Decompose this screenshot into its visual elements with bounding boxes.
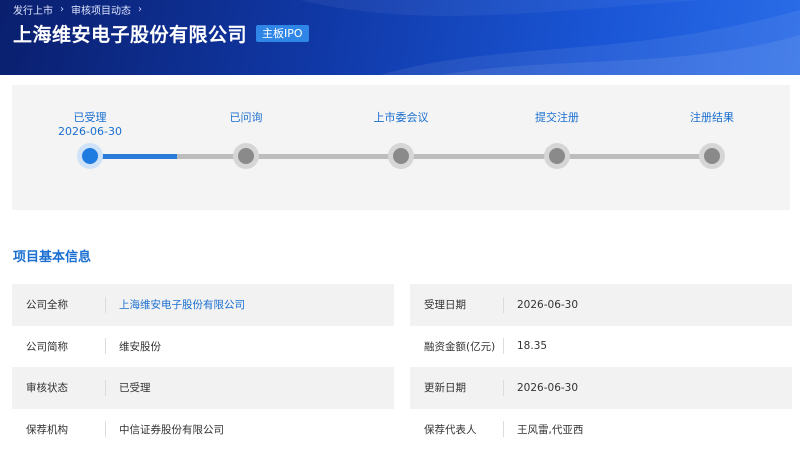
info-label: 保荐机构: [26, 423, 68, 436]
info-row-acceptance-date: 受理日期 2026-06-30: [410, 284, 792, 326]
step-node-accepted: [77, 143, 103, 169]
info-column-right: 受理日期 2026-06-30 融资金额(亿元) 18.35 更新日期 2026…: [410, 284, 792, 450]
step-name: 注册结果: [690, 111, 734, 124]
info-row-company-full-name: 公司全称 上海维安电子股份有限公司: [12, 284, 394, 326]
info-row-update-date: 更新日期 2026-06-30: [410, 367, 792, 409]
info-value: 中信证券股份有限公司: [119, 423, 224, 436]
info-row-sponsor-representatives: 保荐代表人 王风雷,代亚西: [410, 409, 792, 450]
step-name: 提交注册: [535, 111, 579, 124]
breadcrumb: 发行上市 › 审核项目动态 ›: [13, 2, 149, 17]
info-label: 审核状态: [26, 382, 68, 395]
info-value: 2026-06-30: [517, 298, 579, 311]
info-value: 王风雷,代亚西: [517, 423, 584, 436]
breadcrumb-item-issuance[interactable]: 发行上市: [13, 2, 53, 17]
info-row-financing-amount: 融资金额(亿元) 18.35: [410, 326, 792, 368]
step-node-submit-registration: [544, 143, 570, 169]
chevron-right-icon: ›: [60, 4, 64, 15]
info-label: 公司全称: [26, 299, 68, 312]
title-row: 上海维安电子股份有限公司 主板IPO: [13, 20, 309, 47]
step-name: 上市委会议: [373, 111, 429, 124]
info-value: 2026-06-30: [517, 381, 579, 394]
info-column-left: 公司全称 上海维安电子股份有限公司 公司简称 维安股份 审核状态 已受理 保荐机…: [12, 284, 394, 450]
step-node-inquired: [233, 143, 259, 169]
board-badge: 主板IPO: [256, 25, 309, 42]
step-label-submit-registration: 提交注册: [497, 111, 617, 125]
step-label-inquired: 已问询: [186, 111, 306, 125]
step-name: 已受理: [73, 111, 107, 124]
info-value: 维安股份: [119, 340, 161, 353]
info-row-company-short-name: 公司简称 维安股份: [12, 326, 394, 368]
step-node-listing-committee: [388, 143, 414, 169]
company-full-name-link[interactable]: 上海维安电子股份有限公司: [106, 297, 245, 312]
info-label: 融资金额(亿元): [424, 340, 496, 353]
step-name: 已问询: [229, 111, 263, 124]
breadcrumb-item-review-dynamics[interactable]: 审核项目动态: [71, 2, 131, 17]
info-row-review-status: 审核状态 已受理: [12, 367, 394, 409]
info-label: 受理日期: [424, 299, 466, 312]
step-node-registration-result: [699, 143, 725, 169]
step-date: 2026-06-30: [58, 125, 122, 138]
chevron-right-icon: ›: [138, 4, 142, 15]
info-label: 保荐代表人: [424, 423, 477, 436]
review-progress: 已受理 2026-06-30 已问询 上市委会议 提交注册 注册结果: [12, 85, 790, 210]
step-label-registration-result: 注册结果: [652, 111, 772, 125]
page-title: 上海维安电子股份有限公司: [13, 24, 248, 46]
info-value: 已受理: [119, 382, 151, 395]
info-label: 公司简称: [26, 340, 68, 353]
progress-fill: [90, 154, 177, 159]
info-label: 更新日期: [424, 382, 466, 395]
step-label-accepted: 已受理 2026-06-30: [30, 111, 150, 139]
step-label-listing-committee: 上市委会议: [341, 111, 461, 125]
section-title: 项目基本信息: [13, 250, 92, 265]
info-value: 18.35: [517, 340, 548, 353]
info-row-sponsor: 保荐机构 中信证券股份有限公司: [12, 409, 394, 450]
header-banner: 发行上市 › 审核项目动态 › 上海维安电子股份有限公司 主板IPO: [0, 0, 800, 75]
